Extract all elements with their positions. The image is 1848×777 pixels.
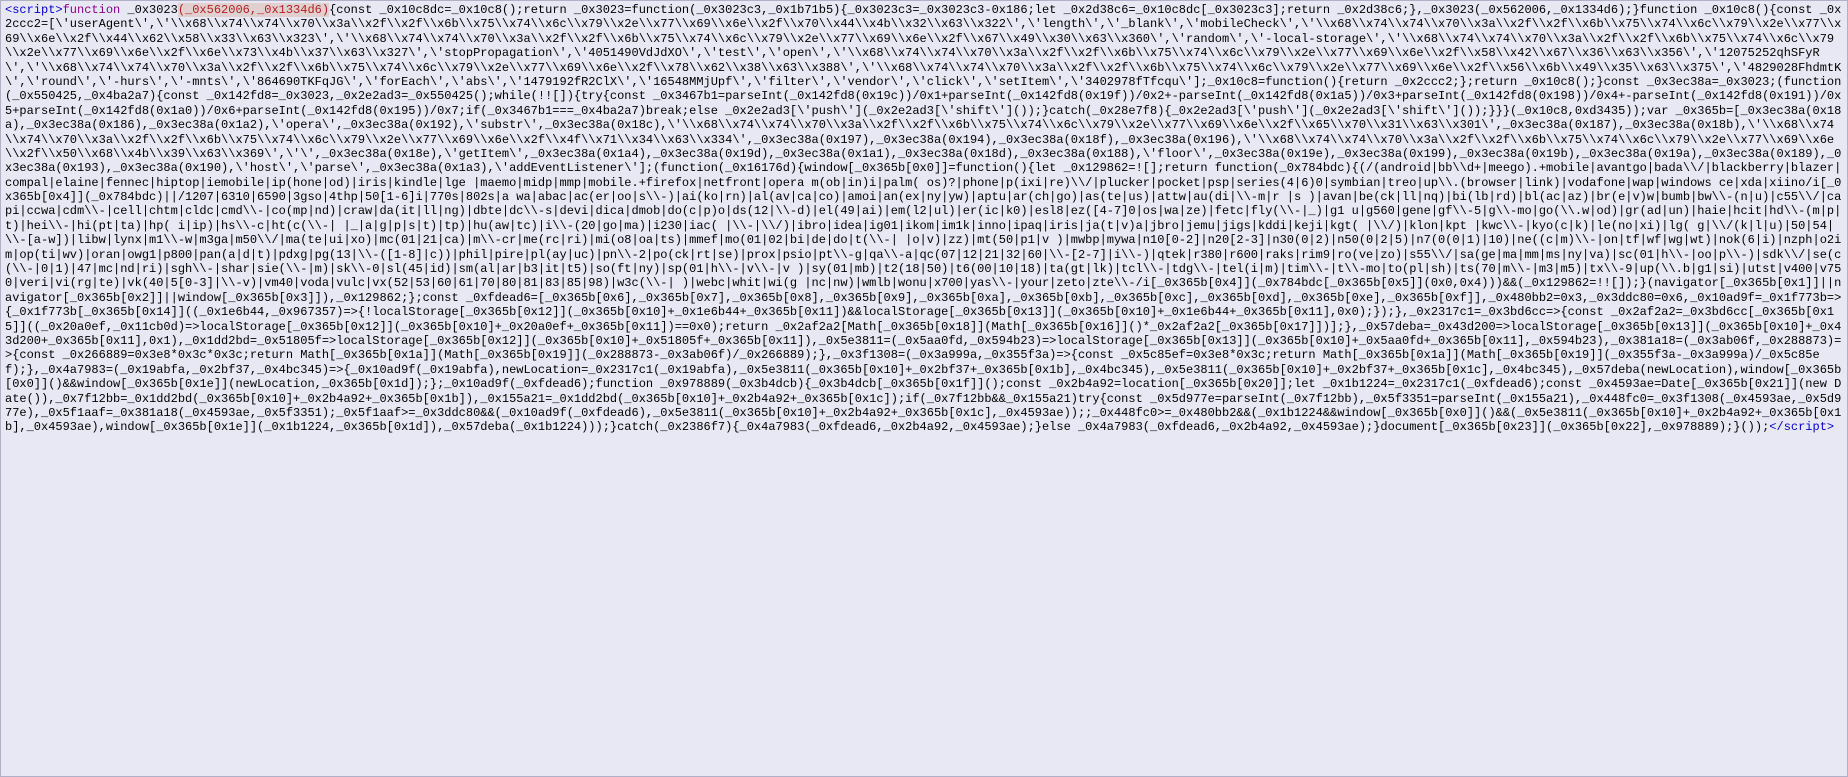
open-script-tag: <script> [5,3,63,17]
function-params-highlight: (_0x562006,_0x1334d6) [178,3,329,17]
function-name: _0x3023 [120,3,178,17]
code-viewer: <script>function _0x3023(_0x562006,_0x13… [0,0,1848,777]
code-body: {const _0x10c8dc=_0x10c8();return _0x302… [5,3,1841,434]
close-script-tag: </script> [1769,420,1834,434]
keyword-function: function [63,3,121,17]
